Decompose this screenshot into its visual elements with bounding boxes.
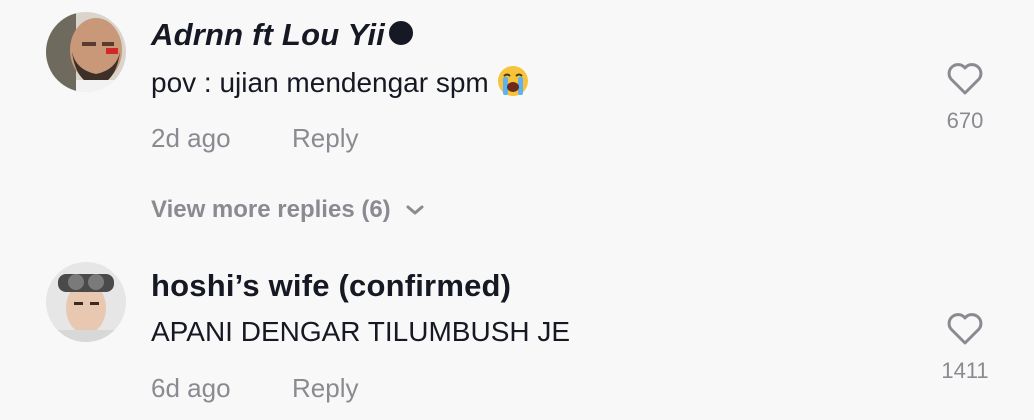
comment-item: Adrnn ft Lou Yii pov : ujian mendengar s… [0,0,1034,250]
avatar-photo-icon [46,262,126,342]
comment-meta: 6d ago Reply [151,373,358,404]
like-button[interactable]: 1411 [930,312,1000,384]
avatar-photo-icon [46,12,126,92]
reply-button[interactable]: Reply [292,373,358,404]
half-moon-emoji-icon [388,21,413,45]
comment-text-content: pov : ujian mendengar spm [151,67,489,98]
avatar[interactable] [46,12,126,92]
heart-icon[interactable] [946,62,984,96]
comment-meta: 2d ago Reply [151,123,358,154]
like-button[interactable]: 670 [930,62,1000,134]
username-text[interactable]: Adrnn ft Lou Yii [151,17,385,52]
avatar[interactable] [46,262,126,342]
comment-timestamp: 6d ago [151,373,231,403]
like-count: 1411 [941,358,989,383]
comment-text: APANI DENGAR TILUMBUSH JE [151,316,571,347]
heart-icon[interactable] [946,312,984,346]
like-count: 670 [946,108,984,133]
comment-timestamp: 2d ago [151,123,231,153]
chevron-down-icon[interactable] [405,204,425,216]
comment-text: pov : ujian mendengar spm [151,65,529,99]
reply-button[interactable]: Reply [292,123,358,154]
comment-username[interactable]: hoshi’s wife (confirmed) [151,268,511,304]
comment-username[interactable]: Adrnn ft Lou Yii [151,17,415,53]
view-more-replies-label[interactable]: View more replies (6) [151,196,391,224]
comment-item: hoshi’s wife (confirmed) APANI DENGAR TI… [0,250,1034,420]
view-more-replies-button[interactable]: View more replies (6) [151,196,425,224]
loudly-crying-face-emoji-icon [497,66,528,96]
